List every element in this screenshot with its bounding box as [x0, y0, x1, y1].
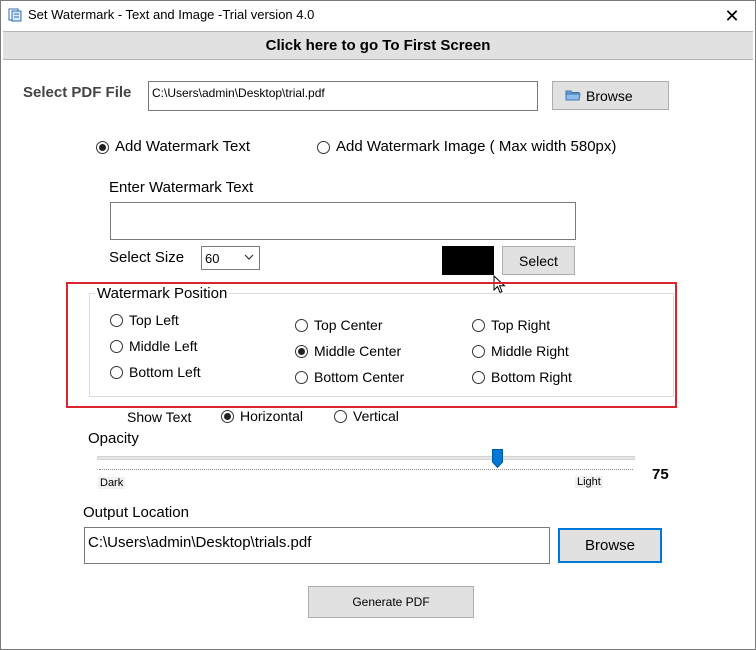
folder-icon: [565, 88, 581, 104]
opacity-slider[interactable]: [97, 449, 635, 479]
watermark-position-legend: Watermark Position: [95, 285, 230, 302]
title-bar: Set Watermark - Text and Image -Trial ve…: [1, 1, 755, 31]
position-middle-center-radio[interactable]: [295, 345, 308, 358]
app-icon: [8, 8, 22, 22]
select-pdf-label: Select PDF File: [23, 84, 132, 101]
position-middle-right-label: Middle Right: [491, 343, 569, 359]
opacity-label: Opacity: [88, 430, 139, 447]
browse-pdf-label: Browse: [586, 87, 633, 104]
chevron-down-icon: [244, 250, 254, 267]
size-value: 60: [205, 251, 220, 266]
close-button[interactable]: ✕: [709, 1, 755, 31]
radio-dot: [99, 144, 106, 151]
select-size-label: Select Size: [109, 249, 185, 266]
position-top-right-label: Top Right: [491, 317, 551, 333]
opacity-max-label: Light: [575, 476, 603, 488]
opacity-min-label: Dark: [98, 477, 126, 489]
output-path-field[interactable]: C:\Users\admin\Desktop\trials.pdf: [84, 527, 550, 564]
vertical-radio[interactable]: [334, 410, 347, 423]
pdf-path-field[interactable]: C:\Users\admin\Desktop\trial.pdf: [148, 81, 538, 111]
watermark-text-input[interactable]: [110, 202, 576, 240]
browse-pdf-button[interactable]: Browse: [552, 81, 669, 110]
horizontal-radio[interactable]: [221, 410, 234, 423]
output-location-label: Output Location: [83, 504, 189, 521]
position-middle-left-label: Middle Left: [129, 338, 198, 354]
position-middle-center-label: Middle Center: [314, 343, 402, 359]
add-image-label: Add Watermark Image ( Max width 580px): [336, 138, 617, 155]
set-watermark-window: Set Watermark - Text and Image -Trial ve…: [0, 0, 756, 650]
select-color-button[interactable]: Select: [502, 246, 575, 275]
slider-track: [97, 456, 635, 460]
horizontal-label: Horizontal: [240, 408, 304, 424]
position-bottom-center-radio[interactable]: [295, 371, 308, 384]
position-top-center-radio[interactable]: [295, 319, 308, 332]
radio-dot: [298, 348, 305, 355]
slider-ticks: [99, 469, 633, 471]
add-image-radio[interactable]: [317, 141, 330, 154]
position-bottom-right-radio[interactable]: [472, 371, 485, 384]
position-top-right-radio[interactable]: [472, 319, 485, 332]
size-select[interactable]: 60: [201, 246, 260, 270]
window-title: Set Watermark - Text and Image -Trial ve…: [28, 7, 315, 22]
pdf-path-value: C:\Users\admin\Desktop\trial.pdf: [152, 86, 325, 100]
slider-thumb[interactable]: [492, 449, 503, 469]
position-bottom-left-radio[interactable]: [110, 366, 123, 379]
add-text-label: Add Watermark Text: [115, 138, 251, 155]
show-text-label: Show Text: [127, 409, 192, 425]
color-swatch: [442, 246, 494, 275]
watermark-text-label: Enter Watermark Text: [109, 179, 254, 196]
position-middle-left-radio[interactable]: [110, 340, 123, 353]
close-icon: ✕: [724, 5, 740, 26]
radio-dot: [224, 413, 231, 420]
position-top-left-label: Top Left: [129, 312, 179, 328]
output-path-value: C:\Users\admin\Desktop\trials.pdf: [88, 534, 312, 551]
add-text-radio[interactable]: [96, 141, 109, 154]
first-screen-button[interactable]: Click here to go To First Screen: [3, 31, 753, 60]
opacity-value: 75: [652, 466, 669, 483]
position-top-left-radio[interactable]: [110, 314, 123, 327]
position-top-center-label: Top Center: [314, 317, 383, 333]
generate-pdf-button[interactable]: Generate PDF: [308, 586, 474, 618]
vertical-label: Vertical: [353, 408, 399, 424]
position-bottom-right-label: Bottom Right: [491, 369, 572, 385]
browse-output-button[interactable]: Browse: [558, 528, 662, 563]
position-bottom-center-label: Bottom Center: [314, 369, 405, 385]
position-middle-right-radio[interactable]: [472, 345, 485, 358]
position-bottom-left-label: Bottom Left: [129, 364, 201, 380]
